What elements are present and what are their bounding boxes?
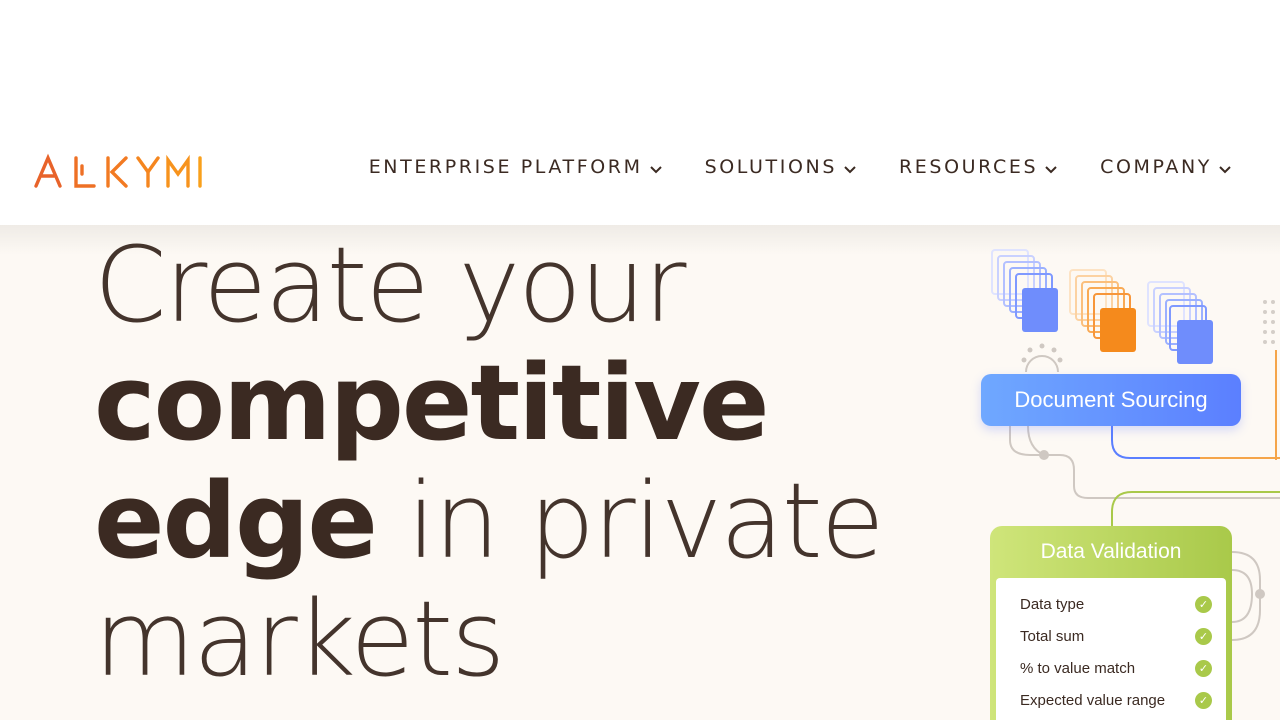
hero-line-3-rest: in private: [375, 460, 885, 582]
dot-pattern-icon: [1263, 300, 1275, 344]
hero-headline: Create your competitive edge in private …: [94, 226, 914, 698]
document-stack-icon: [991, 249, 1058, 332]
nav-label: RESOURCES: [899, 156, 1039, 178]
nav-enterprise-platform[interactable]: ENTERPRISE PLATFORM: [369, 156, 663, 178]
check-label: Expected value range: [1020, 691, 1166, 709]
validation-list: Data type ✓ Total sum ✓ % to value match…: [996, 578, 1226, 720]
checkmark-icon: ✓: [1195, 627, 1212, 645]
chevron-down-icon: [1045, 165, 1057, 173]
nav-label: SOLUTIONS: [704, 156, 837, 178]
document-stack-icon: [1069, 269, 1136, 352]
hero-line-2: competitive: [94, 342, 770, 464]
check-label: Total sum: [1020, 627, 1085, 645]
hero-line-3: edge in private: [94, 462, 914, 580]
list-item: Data type ✓: [996, 588, 1226, 620]
chevron-down-icon: [649, 165, 662, 173]
nav-resources[interactable]: RESOURCES: [899, 156, 1058, 178]
connector-node: [1255, 589, 1265, 599]
main-nav: ENTERPRISE PLATFORM SOLUTIONS RESOURCES …: [369, 156, 1232, 178]
list-item: Total sum ✓: [996, 620, 1226, 652]
hero-line-1: Create your: [94, 224, 686, 346]
nav-solutions[interactable]: SOLUTIONS: [705, 156, 857, 178]
chevron-down-icon: [844, 165, 856, 173]
loading-indicator-icon: [1021, 343, 1063, 373]
check-label: Data type: [1020, 595, 1085, 613]
chevron-down-icon: [1219, 165, 1231, 173]
checkmark-icon: ✓: [1195, 659, 1212, 677]
list-item: % to value match ✓: [996, 652, 1226, 684]
connector-node: [1039, 450, 1049, 460]
nav-company[interactable]: COMPANY: [1100, 156, 1232, 178]
data-validation-card: Data Validation Data type ✓ Total sum ✓ …: [990, 526, 1232, 720]
check-label: % to value match: [1020, 659, 1136, 677]
nav-label: COMPANY: [1100, 156, 1212, 178]
hero-line-4: markets: [94, 578, 505, 700]
alkymi-logo[interactable]: [34, 152, 204, 192]
data-validation-title: Data Validation: [1040, 540, 1182, 563]
checkmark-icon: ✓: [1195, 595, 1212, 613]
document-stack-icon: [1147, 281, 1213, 364]
nav-label: ENTERPRISE PLATFORM: [368, 156, 643, 178]
document-sourcing-pill: Document Sourcing: [981, 374, 1241, 426]
hero-bold-word: edge: [94, 460, 378, 582]
list-item: Expected value range ✓: [996, 684, 1226, 716]
checkmark-icon: ✓: [1195, 691, 1212, 709]
